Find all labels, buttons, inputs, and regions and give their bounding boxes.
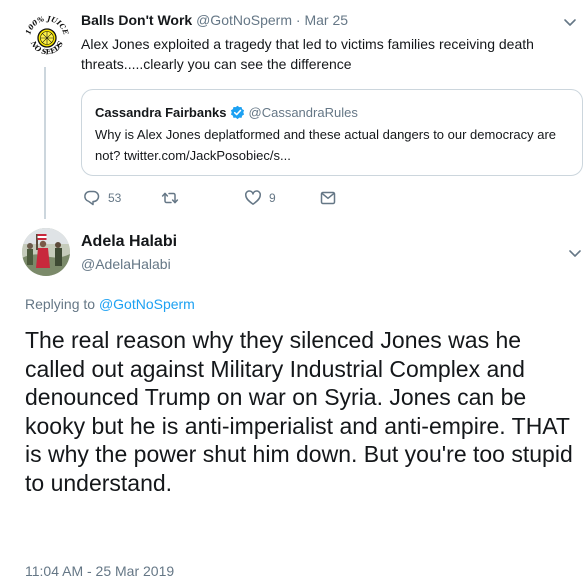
parent-avatar[interactable]: 100% JUICE NO SEEDS bbox=[22, 11, 72, 61]
retweet-button[interactable] bbox=[161, 189, 179, 207]
quoted-author-name: Cassandra Fairbanks bbox=[95, 105, 227, 120]
chevron-down-icon[interactable] bbox=[567, 245, 583, 261]
reply-button[interactable]: 53 bbox=[83, 189, 121, 207]
main-author-name[interactable]: Adela Halabi bbox=[81, 233, 177, 251]
profile-photo-icon bbox=[22, 228, 70, 276]
reply-icon bbox=[84, 190, 100, 206]
parent-author-name[interactable]: Balls Don't Work bbox=[81, 12, 192, 28]
parent-author-handle[interactable]: @GotNoSperm bbox=[196, 12, 292, 28]
replying-to-link[interactable]: @GotNoSperm bbox=[99, 296, 195, 312]
parent-header: Balls Don't Work @GotNoSperm · Mar 25 bbox=[81, 12, 348, 28]
main-avatar[interactable] bbox=[22, 228, 70, 276]
lemon-logo-icon: 100% JUICE NO SEEDS bbox=[23, 14, 70, 57]
like-count: 9 bbox=[269, 191, 276, 205]
replying-prefix: Replying to bbox=[25, 296, 96, 312]
verified-badge-icon bbox=[230, 105, 244, 120]
reply-count: 53 bbox=[108, 191, 122, 205]
envelope-icon bbox=[320, 191, 336, 205]
parent-tweet-text: Alex Jones exploited a tragedy that led … bbox=[81, 36, 534, 72]
quoted-tweet-card[interactable]: Cassandra Fairbanks @CassandraRules Why … bbox=[81, 89, 583, 176]
direct-message-button[interactable] bbox=[319, 189, 337, 207]
heart-icon bbox=[245, 190, 261, 205]
main-author-handle[interactable]: @AdelaHalabi bbox=[81, 256, 171, 272]
thread-line bbox=[44, 67, 46, 219]
separator-dot: · bbox=[295, 12, 301, 28]
quoted-tweet-header: Cassandra Fairbanks @CassandraRules bbox=[95, 105, 358, 120]
replying-to: Replying to @GotNoSperm bbox=[25, 296, 195, 312]
retweet-icon bbox=[161, 192, 179, 204]
quoted-author-handle: @CassandraRules bbox=[248, 105, 358, 120]
parent-date[interactable]: Mar 25 bbox=[304, 12, 348, 28]
parent-tweet[interactable]: 100% JUICE NO SEEDS Balls Don't Work @Go… bbox=[0, 0, 588, 222]
tweet-timestamp[interactable]: 11:04 AM - 25 Mar 2019 bbox=[25, 563, 174, 579]
main-tweet-text: The real reason why they silenced Jones … bbox=[25, 327, 573, 496]
main-tweet[interactable]: Adela Halabi @AdelaHalabi Replying to @G… bbox=[0, 222, 588, 586]
chevron-down-icon[interactable] bbox=[562, 14, 578, 30]
like-button[interactable]: 9 bbox=[244, 189, 276, 207]
quoted-tweet-text: Why is Alex Jones deplatformed and these… bbox=[95, 127, 557, 163]
